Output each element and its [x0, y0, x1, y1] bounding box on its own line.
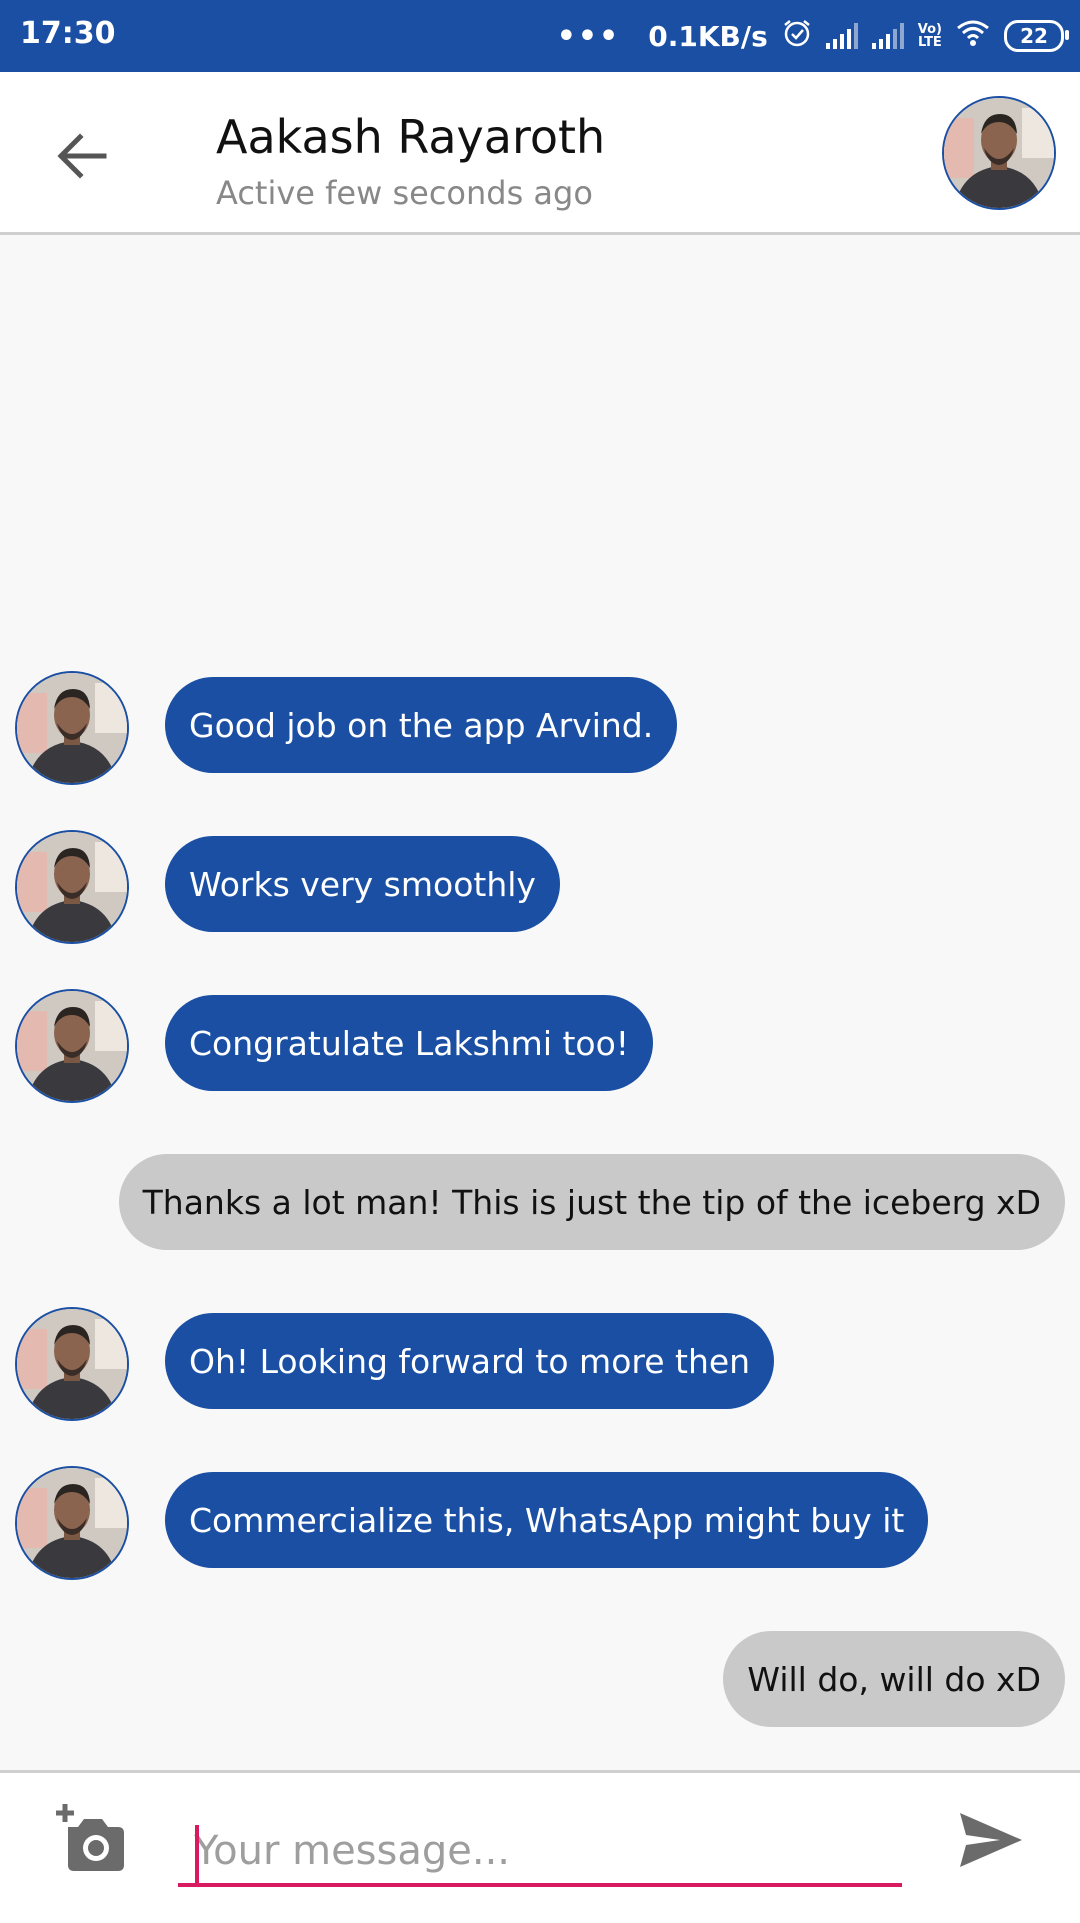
contact-name[interactable]: Aakash Rayaroth — [216, 110, 605, 164]
status-bar: 17:30 ••• 0.1KB/s Vo) LTE 22 — [0, 0, 1080, 72]
alarm-icon — [782, 18, 812, 55]
volte-icon: Vo) LTE — [918, 23, 942, 49]
status-icons: ••• 0.1KB/s Vo) LTE 22 — [556, 14, 1069, 58]
lte-label: LTE — [917, 35, 942, 50]
outgoing-message-bubble[interactable]: Thanks a lot man! This is just the tip o… — [118, 1154, 1065, 1250]
status-time: 17:30 — [20, 16, 116, 51]
send-icon — [960, 1813, 1022, 1867]
battery-level: 22 — [1020, 24, 1048, 48]
message-input[interactable] — [178, 1819, 902, 1887]
chat-header: Aakash Rayaroth Active few seconds ago — [0, 72, 1080, 235]
sender-avatar[interactable] — [15, 1466, 129, 1580]
incoming-message-bubble[interactable]: Works very smoothly — [165, 836, 560, 932]
add-photo-button[interactable] — [54, 1803, 128, 1873]
wifi-icon — [956, 19, 990, 54]
arrow-left-icon — [57, 133, 107, 179]
battery-icon: 22 — [1004, 20, 1069, 52]
signal-icon — [825, 23, 858, 49]
signal-icon — [871, 23, 904, 49]
add-photo-icon — [56, 1804, 124, 1871]
sender-avatar[interactable] — [15, 989, 129, 1103]
back-button[interactable] — [50, 124, 114, 188]
send-button[interactable] — [956, 1809, 1026, 1871]
outgoing-message-bubble[interactable]: Will do, will do xD — [723, 1631, 1065, 1727]
sender-avatar[interactable] — [15, 671, 129, 785]
more-notifications-icon: ••• — [556, 18, 621, 54]
message-composer — [0, 1770, 1080, 1923]
incoming-message-bubble[interactable]: Congratulate Lakshmi too! — [165, 995, 654, 1091]
text-caret — [195, 1825, 199, 1883]
network-speed: 0.1KB/s — [648, 19, 768, 53]
contact-status: Active few seconds ago — [216, 174, 593, 212]
incoming-message-bubble[interactable]: Commercialize this, WhatsApp might buy i… — [165, 1472, 929, 1568]
sender-avatar[interactable] — [15, 830, 129, 944]
contact-avatar[interactable] — [942, 96, 1056, 210]
incoming-message-bubble[interactable]: Oh! Looking forward to more then — [165, 1313, 775, 1409]
incoming-message-bubble[interactable]: Good job on the app Arvind. — [165, 677, 678, 773]
sender-avatar[interactable] — [15, 1307, 129, 1421]
